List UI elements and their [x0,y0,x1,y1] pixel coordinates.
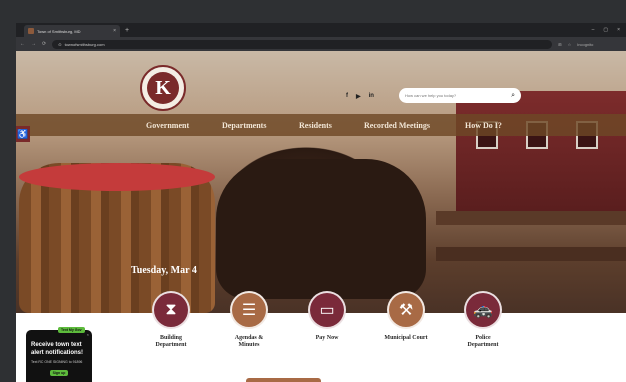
close-window-icon[interactable]: × [617,27,620,33]
quick-link-label: Police Department [467,335,499,348]
youtube-icon[interactable]: ▶ [356,93,361,100]
star-icon[interactable]: ☆ [568,42,572,47]
quick-link-label: Municipal Court [384,335,428,341]
nav-item-recorded-meetings[interactable]: Recorded Meetings [364,121,430,130]
search-icon[interactable]: ⌕ [511,92,515,100]
favicon-icon [28,28,34,34]
barrel-cushion [19,163,215,191]
credit-card-icon: ▭ [308,291,346,329]
tab-bar: Town of Smithsburg, MD × + – ▢ × [16,23,626,37]
quick-link-label: Agendas & Minutes [234,335,264,348]
hero-date: Tuesday, Mar 4 [131,265,197,276]
window-controls: – ▢ × [592,27,620,33]
web-page: Government Departments Residents Recorde… [16,51,626,382]
extensions-icon[interactable]: ⊞ [558,42,561,47]
quick-link-building-department[interactable]: ⧗ Building Department [131,291,211,349]
nav-item-departments[interactable]: Departments [222,121,266,130]
nav-item-government[interactable]: Government [146,121,189,130]
reload-icon[interactable]: ⟳ [42,41,46,47]
alert-subtitle: Text RC ONE SIGNING to 91896 [31,360,83,364]
quick-link-police-department[interactable]: 🚓 Police Department [443,291,523,349]
hourglass-icon: ⧗ [152,291,190,329]
police-car-icon: 🚓 [464,291,502,329]
fence-rail [436,211,626,225]
nav-item-how-do-i[interactable]: How Do I? [465,121,502,130]
profile-label[interactable]: Incognito [577,42,593,47]
browser-window: Town of Smithsburg, MD × + – ▢ × ← → ⟳ ⊙… [16,23,626,382]
alert-signup-button[interactable]: Sign up [50,369,68,376]
tab-title: Town of Smithsburg, MD [37,28,81,34]
address-bar[interactable]: ⊙ townofsmithsburg.com [52,39,553,49]
alert-badge: Text My Gov [58,327,85,333]
social-links: f ▶ in [346,93,374,100]
text-alert-widget: Text My Gov × Receive town text alert no… [26,327,92,382]
alert-prev-icon[interactable]: ‹ [22,360,25,371]
toolbar-right: ⊞ ☆ Incognito [558,42,593,47]
alert-close-icon[interactable]: × [87,332,89,337]
site-search: ⌕ [399,88,521,103]
accessibility-icon[interactable]: ♿ [16,126,30,142]
logo-letter: K [147,72,179,104]
barn-background [456,91,626,211]
search-input[interactable] [405,93,512,98]
hero-image [16,51,626,313]
town-seal-logo[interactable]: K [140,65,186,111]
maximize-icon[interactable]: ▢ [603,27,608,33]
minimize-icon[interactable]: – [592,27,595,33]
forward-icon[interactable]: → [31,41,36,47]
new-tab-button[interactable]: + [125,27,129,34]
browser-toolbar: ← → ⟳ ⊙ townofsmithsburg.com ⊞ ☆ Incogni… [16,37,626,51]
facebook-icon[interactable]: f [346,93,348,100]
quick-link-label: Pay Now [315,335,339,341]
quick-link-agendas-minutes[interactable]: ☰ Agendas & Minutes [209,291,289,349]
url-text: townofsmithsburg.com [64,41,105,47]
tab-close-icon[interactable]: × [113,28,116,34]
quick-link-label: Building Department [155,335,187,348]
back-icon[interactable]: ← [20,41,25,47]
mechanical-bull [216,159,426,299]
linkedin-icon[interactable]: in [369,93,374,100]
gavel-icon: ⚒ [387,291,425,329]
list-icon: ☰ [230,291,268,329]
section-button-peek[interactable] [246,378,321,382]
fence-rail [436,247,626,261]
alert-title: Receive town text alert notifications! [31,342,84,356]
quick-link-pay-now[interactable]: ▭ Pay Now [287,291,367,342]
main-nav: Government Departments Residents Recorde… [16,114,626,136]
nav-item-residents[interactable]: Residents [299,121,332,130]
alert-next-icon[interactable]: › [94,360,97,371]
quick-link-municipal-court[interactable]: ⚒ Municipal Court [366,291,446,342]
site-info-icon: ⊙ [58,41,62,47]
browser-tab[interactable]: Town of Smithsburg, MD × [24,25,120,37]
